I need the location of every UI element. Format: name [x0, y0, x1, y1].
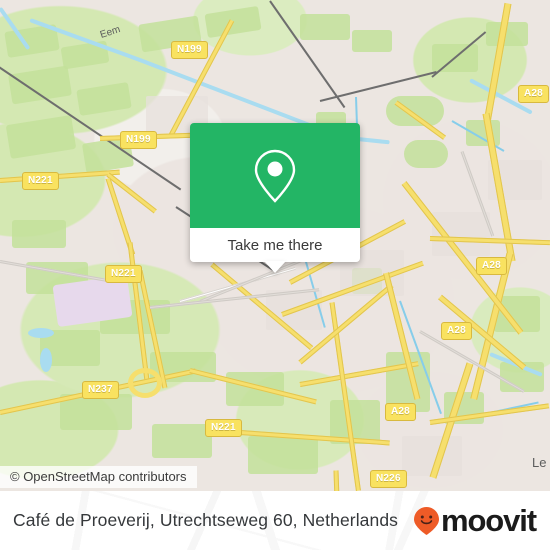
road-shield: N237 — [82, 381, 119, 399]
callout-pin-area — [190, 123, 360, 228]
road-shield: N221 — [22, 172, 59, 190]
address-label: Café de Proeverij, Utrechtseweg 60, Neth… — [13, 510, 399, 530]
map-roundabout — [128, 368, 162, 398]
moovit-wordmark: moovit — [440, 502, 537, 538]
take-me-there-button[interactable]: Take me there — [190, 228, 360, 273]
map-pin-icon — [254, 149, 296, 203]
road-shield: N221 — [205, 419, 242, 437]
take-me-there-label: Take me there — [227, 236, 323, 254]
road-shield: N199 — [120, 131, 157, 149]
road-shield: A28 — [518, 85, 549, 103]
road-shield: A28 — [476, 257, 507, 275]
map-label-city: Le — [532, 455, 547, 470]
location-callout-card[interactable]: Take me there — [190, 123, 360, 273]
road-shield: A28 — [385, 403, 416, 421]
road-shield: A28 — [441, 322, 472, 340]
footer-bar: Café de Proeverij, Utrechtseweg 60, Neth… — [0, 491, 550, 550]
osm-attribution[interactable]: © OpenStreetMap contributors — [0, 466, 197, 488]
road-shield: N221 — [105, 265, 142, 283]
moovit-logo[interactable]: moovit — [413, 502, 537, 538]
callout-tail — [264, 261, 286, 273]
moovit-smiley-pin-icon — [413, 506, 440, 536]
road-shield: N199 — [171, 41, 208, 59]
map-screenshot: N199 N199 N221 N221 N237 N221 A28 A28 A2… — [0, 0, 550, 550]
road-shield: N226 — [370, 470, 407, 488]
map-canvas[interactable]: N199 N199 N221 N221 N237 N221 A28 A28 A2… — [0, 0, 550, 491]
